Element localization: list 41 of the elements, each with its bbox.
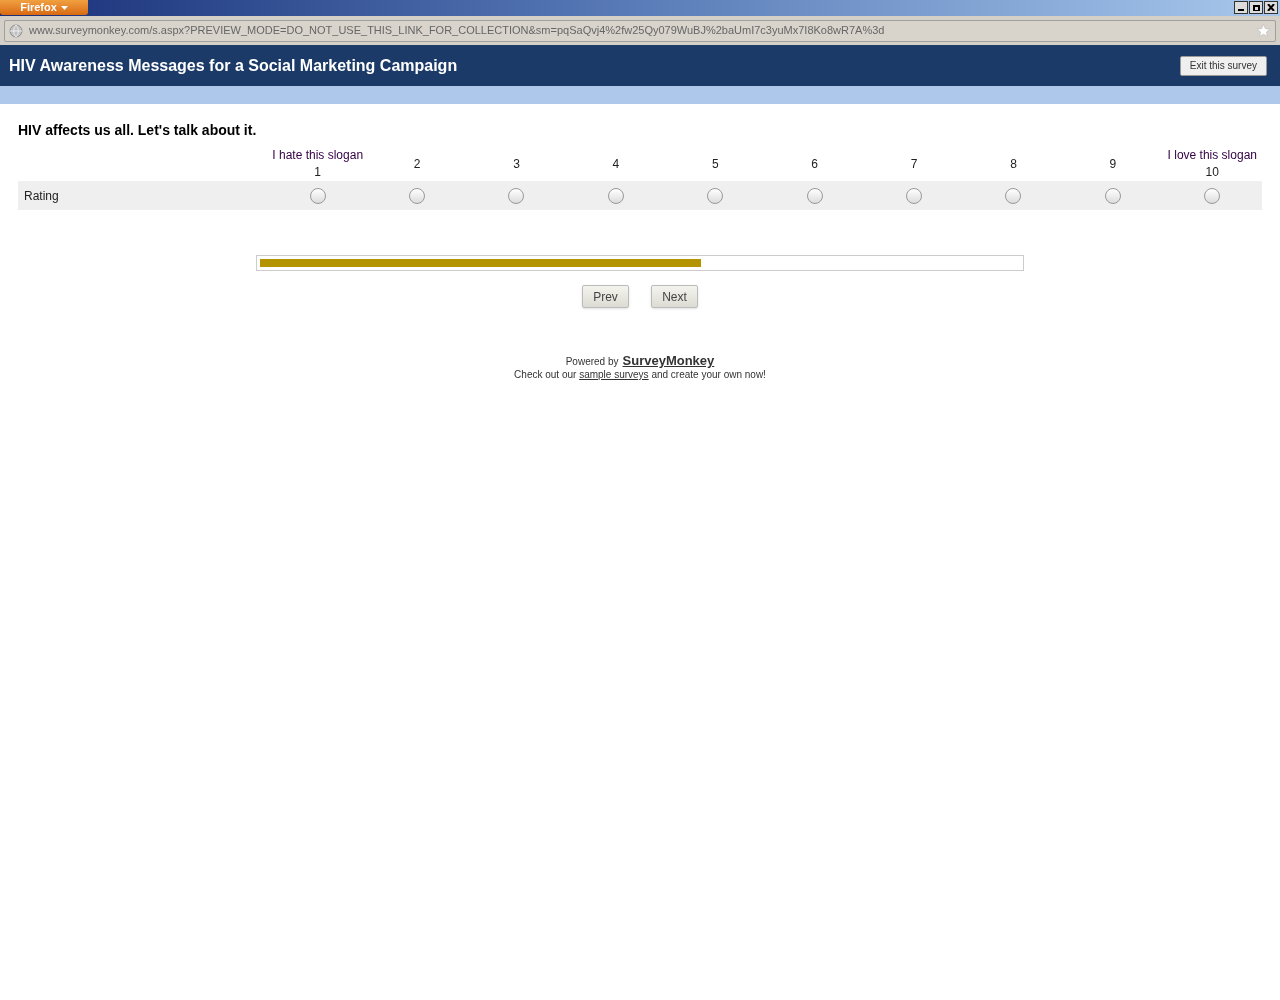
radio-button[interactable] <box>1104 187 1121 204</box>
scale-number: 6 <box>811 155 819 173</box>
prev-button[interactable]: Prev <box>582 285 629 308</box>
radio-button[interactable] <box>409 187 426 204</box>
exit-survey-button[interactable]: Exit this survey <box>1179 55 1267 76</box>
promo-text: Check out our sample surveys and create your own now! <box>514 368 766 381</box>
scale-number: 7 <box>910 155 918 173</box>
close-icon <box>1267 4 1275 11</box>
scale-number: 3 <box>513 155 520 173</box>
globe-icon <box>9 23 23 38</box>
address-bar[interactable]: www.surveymonkey.com/s.aspx?PREVIEW_MODE=DO_NOT_USE_THIS_LINK_FOR_COLLECTION&sm=pqSaQvj4%2fw25Qy079WuBJ%2baUmI7c3yuMx7I8Ko8wR7A%3d <box>4 19 1276 42</box>
radio-button[interactable] <box>906 187 923 204</box>
radio-button[interactable] <box>806 187 823 204</box>
radio-button[interactable] <box>607 187 624 204</box>
minimize-button[interactable] <box>1234 1 1248 14</box>
survey-title: HIV Awareness Messages for a Social Marketing Campaign <box>9 55 458 76</box>
scale-number: 5 <box>711 155 719 173</box>
brand-link[interactable]: SurveyMonkey <box>622 354 715 367</box>
star-icon[interactable] <box>1256 23 1271 38</box>
scale-number: 10 <box>1205 164 1219 181</box>
scale-number: 8 <box>1010 155 1017 173</box>
scale-label: I hate this slogan <box>272 147 364 164</box>
scale-label: I love this slogan <box>1167 147 1257 164</box>
sample-surveys-link[interactable]: sample surveys <box>579 369 649 380</box>
close-button[interactable] <box>1264 1 1278 14</box>
radio-button[interactable] <box>508 187 525 204</box>
radio-button[interactable] <box>1005 187 1022 204</box>
radio-button[interactable] <box>1204 187 1221 204</box>
url-text: www.surveymonkey.com/s.aspx?PREVIEW_MODE=DO_NOT_USE_THIS_LINK_FOR_COLLECTION&sm=pqSaQvj4%2fw25Qy079WuBJ%2baUmI7c3yuMx7I8Ko8wR7A%3d <box>29 23 886 39</box>
next-button[interactable]: Next <box>651 285 698 308</box>
powered-by-text: Powered by <box>565 355 619 368</box>
scale-number: 1 <box>314 164 322 181</box>
question-title: HIV affects us all. Let's talk about it. <box>18 121 258 140</box>
scale-number: 2 <box>413 155 421 173</box>
scale-number: 4 <box>612 155 620 173</box>
row-label: Rating <box>24 187 59 205</box>
caret-icon <box>60 5 68 10</box>
radio-button[interactable] <box>707 187 724 204</box>
restore-button[interactable] <box>1249 1 1263 14</box>
scale-number: 9 <box>1109 155 1117 173</box>
radio-button[interactable] <box>309 187 326 204</box>
